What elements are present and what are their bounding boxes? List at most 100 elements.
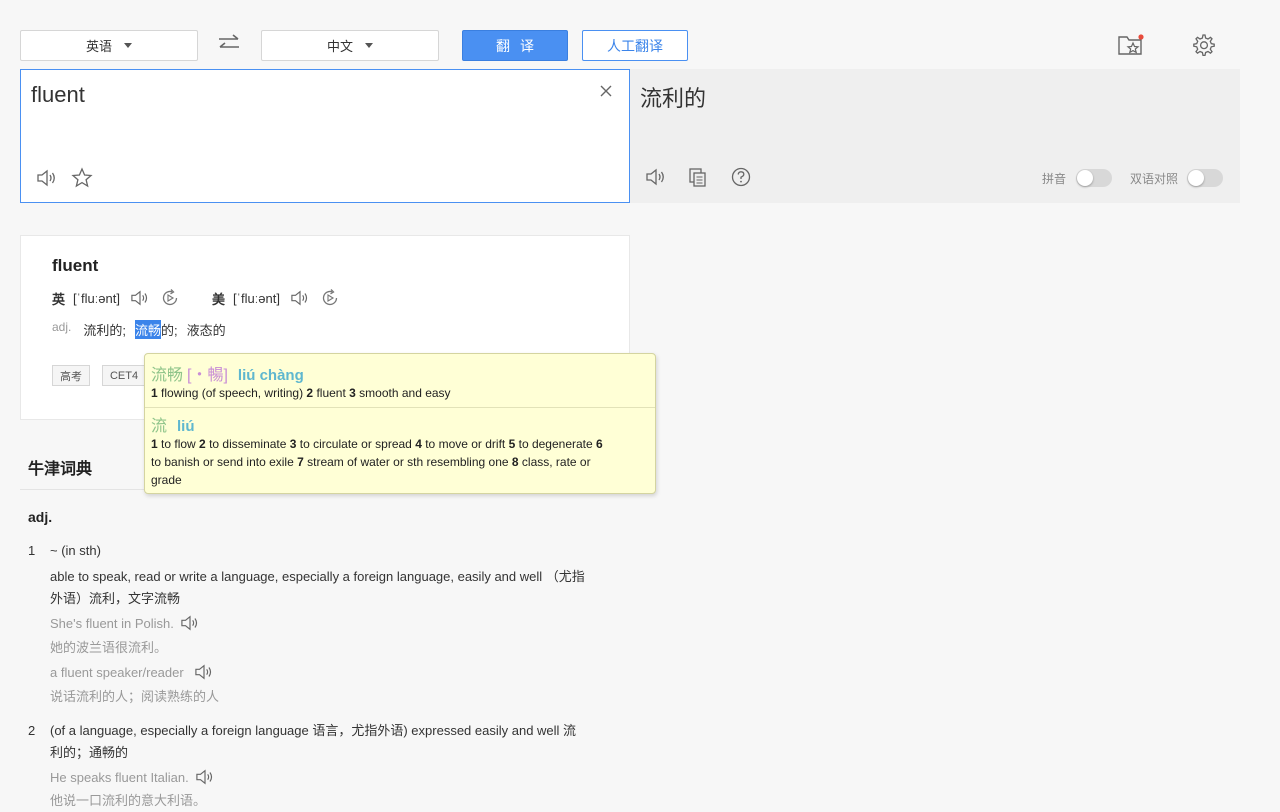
sense-definition: (of a language, especially a foreign lan… xyxy=(50,723,577,738)
example-english: She's fluent in Polish. xyxy=(50,615,174,631)
speaker-icon xyxy=(196,769,212,785)
clear-input-button[interactable] xyxy=(599,84,613,98)
speaker-icon xyxy=(131,290,148,306)
definition-number: 2 xyxy=(199,437,206,451)
popup-definitions: 1 flowing (of speech, writing) 2 fluent … xyxy=(151,384,651,402)
target-language-select[interactable]: 中文 xyxy=(261,30,439,61)
example-speak-button[interactable] xyxy=(180,614,200,632)
us-ipa: [ˈfluːənt] xyxy=(233,290,280,306)
favorite-button[interactable] xyxy=(71,167,93,189)
uk-ipa: [ˈfluːənt] xyxy=(73,290,120,306)
part-of-speech: adj. xyxy=(52,320,72,334)
swap-languages-button[interactable] xyxy=(217,33,241,53)
sense-definition: 外语）流利，文字流畅 xyxy=(50,591,181,606)
definition-text: to degenerate xyxy=(515,437,597,451)
divider xyxy=(145,407,655,408)
us-speak-button[interactable] xyxy=(290,289,310,307)
exam-tag: CET4 xyxy=(102,365,146,386)
human-translate-button[interactable]: 人工翻译 xyxy=(582,30,688,61)
meaning-item: 液态的 xyxy=(186,323,226,338)
help-button[interactable] xyxy=(730,166,752,188)
definition-text: fluent xyxy=(313,386,350,400)
sense-definition: 利的；通畅的 xyxy=(50,745,129,760)
source-language-label: 英语 xyxy=(85,39,112,54)
oxford-dictionary-title: 牛津词典 xyxy=(28,461,93,478)
us-region-label: 美 xyxy=(212,291,226,307)
source-text-panel[interactable]: fluent xyxy=(20,69,630,203)
target-language-label: 中文 xyxy=(326,39,353,54)
sense-number: 1 xyxy=(28,543,36,558)
meaning-item: 的; xyxy=(161,323,178,338)
popup-hanzi: 流 xyxy=(151,418,168,435)
replay-icon xyxy=(162,289,178,306)
meaning-item: 流利的; xyxy=(83,323,126,338)
popup-traditional: [・暢] xyxy=(187,367,228,384)
exam-tag: 高考 xyxy=(52,365,90,386)
source-language-select[interactable]: 英语 xyxy=(20,30,198,61)
example-chinese: 她的波兰语很流利。 xyxy=(50,640,168,655)
popup-definitions: 1 to flow 2 to disseminate 3 to circulat… xyxy=(151,435,611,489)
favorites-folder-icon xyxy=(1118,34,1144,55)
toggle-knob xyxy=(1188,170,1204,186)
definition-number: 1 xyxy=(151,437,158,451)
definition-number: 1 xyxy=(151,386,158,400)
example-chinese: 他说一口流利的意大利语。 xyxy=(50,793,207,808)
popup-entry-header: 流 liú xyxy=(151,412,195,436)
example-english: a fluent speaker/reader xyxy=(50,664,184,680)
speaker-icon xyxy=(37,169,55,187)
chevron-down-icon xyxy=(365,43,373,48)
source-text-input[interactable]: fluent xyxy=(31,82,85,108)
example-sentence: a fluent speaker/reader xyxy=(50,663,214,681)
dictionary-headword: fluent xyxy=(52,256,99,275)
question-icon xyxy=(731,167,751,187)
sense-definition: able to speak, read or write a language,… xyxy=(50,569,585,584)
translation-output-panel: 流利的 拼音 双语对照 xyxy=(630,69,1240,203)
popup-entry-header: 流畅 [・暢] liú chàng xyxy=(151,361,304,385)
definition-text: to move or drift xyxy=(421,437,509,451)
definition-text: flowing (of speech, writing) xyxy=(157,386,307,400)
notification-dot xyxy=(1138,34,1144,40)
uk-pronunciation: 英 [ˈfluːənt] xyxy=(52,288,180,308)
output-speak-button[interactable] xyxy=(645,166,667,188)
example-sentence: He speaks fluent Italian. xyxy=(50,768,215,786)
speaker-icon xyxy=(646,168,664,186)
copy-button[interactable] xyxy=(687,166,709,188)
speaker-icon xyxy=(291,290,308,306)
definition-text: to disseminate xyxy=(205,437,290,451)
chevron-down-icon xyxy=(124,43,132,48)
example-speak-button[interactable] xyxy=(194,663,214,681)
settings-button[interactable] xyxy=(1190,32,1218,58)
definition-number: 6 xyxy=(596,437,603,451)
favorites-button[interactable] xyxy=(1117,32,1145,58)
definition-number: 3 xyxy=(349,386,356,400)
toggle-knob xyxy=(1077,170,1093,186)
copy-icon xyxy=(689,168,706,187)
example-english: He speaks fluent Italian. xyxy=(50,769,189,785)
definition-text: smooth and easy xyxy=(355,386,451,400)
speaker-icon xyxy=(195,664,211,680)
replay-icon xyxy=(322,289,338,306)
definition-text: to flow xyxy=(157,437,200,451)
oxford-part-of-speech: adj. xyxy=(28,509,53,525)
sense-pattern: ~ (in sth) xyxy=(50,543,101,558)
swap-icon xyxy=(219,34,239,48)
uk-repeat-button[interactable] xyxy=(160,288,180,308)
example-chinese: 说话流利的人；阅读熟练的人 xyxy=(50,689,220,704)
definition-text: to banish or send into exile xyxy=(151,455,298,469)
bilingual-toggle[interactable] xyxy=(1187,169,1223,187)
us-pronunciation: 美 [ˈfluːənt] xyxy=(212,288,340,308)
translate-button[interactable]: 翻译 xyxy=(462,30,568,61)
pinyin-toggle[interactable] xyxy=(1076,169,1112,187)
definition-text: to circulate or spread xyxy=(296,437,416,451)
uk-speak-button[interactable] xyxy=(130,289,150,307)
bilingual-label: 双语对照 xyxy=(1130,172,1179,186)
selected-text[interactable]: 流畅 xyxy=(134,320,161,339)
translation-text: 流利的 xyxy=(640,86,707,111)
pinyin-label: 拼音 xyxy=(1042,172,1067,186)
definition-number: 7 xyxy=(297,455,304,469)
uk-region-label: 英 xyxy=(52,291,66,307)
example-speak-button[interactable] xyxy=(195,768,215,786)
example-sentence: She's fluent in Polish. xyxy=(50,614,200,632)
source-speak-button[interactable] xyxy=(36,167,58,189)
us-repeat-button[interactable] xyxy=(320,288,340,308)
